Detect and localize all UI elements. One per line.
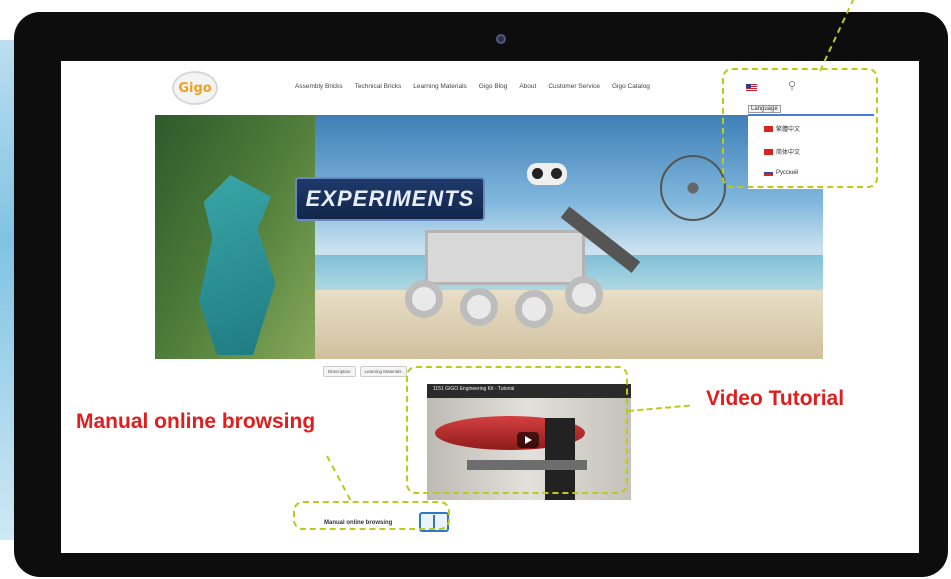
- experiments-banner: EXPERIMENTS: [295, 177, 485, 221]
- camera-icon: [496, 34, 506, 44]
- left-decoration: [0, 40, 14, 540]
- nav-assembly-bricks[interactable]: Assembly Bricks: [295, 83, 343, 90]
- rover-wheel: [405, 280, 443, 318]
- video-tutorial-label: Video Tutorial: [706, 387, 845, 410]
- language-callout-frame: [722, 68, 878, 188]
- main-nav: Assembly Bricks Technical Bricks Learnin…: [295, 83, 650, 90]
- logo-text: Gigo: [178, 80, 212, 96]
- rover-wheel: [565, 276, 603, 314]
- product-tabs: Description Learning Materials: [323, 366, 407, 377]
- tab-learning-materials[interactable]: Learning Materials: [359, 366, 407, 377]
- rover-wheel: [515, 290, 553, 328]
- nav-about[interactable]: About: [519, 83, 536, 90]
- illustration: Gigo Assembly Bricks Technical Bricks Le…: [0, 0, 951, 579]
- nav-gigo-catalog[interactable]: Gigo Catalog: [612, 83, 650, 90]
- manual-callout-frame: [293, 501, 450, 530]
- manual-online-label: Manual online browsing: [76, 410, 316, 433]
- nav-learning-materials[interactable]: Learning Materials: [413, 83, 466, 90]
- rover-wheel: [460, 288, 498, 326]
- propeller-model: [660, 155, 726, 221]
- nav-technical-bricks[interactable]: Technical Bricks: [355, 83, 402, 90]
- rover-body: [425, 230, 585, 285]
- nav-customer-service[interactable]: Customer Service: [548, 83, 600, 90]
- video-callout-frame: [406, 366, 628, 494]
- rover-sensor: [527, 163, 567, 185]
- gigo-logo[interactable]: Gigo: [172, 71, 218, 105]
- tab-description[interactable]: Description: [323, 366, 356, 377]
- nav-gigo-blog[interactable]: Gigo Blog: [479, 83, 508, 90]
